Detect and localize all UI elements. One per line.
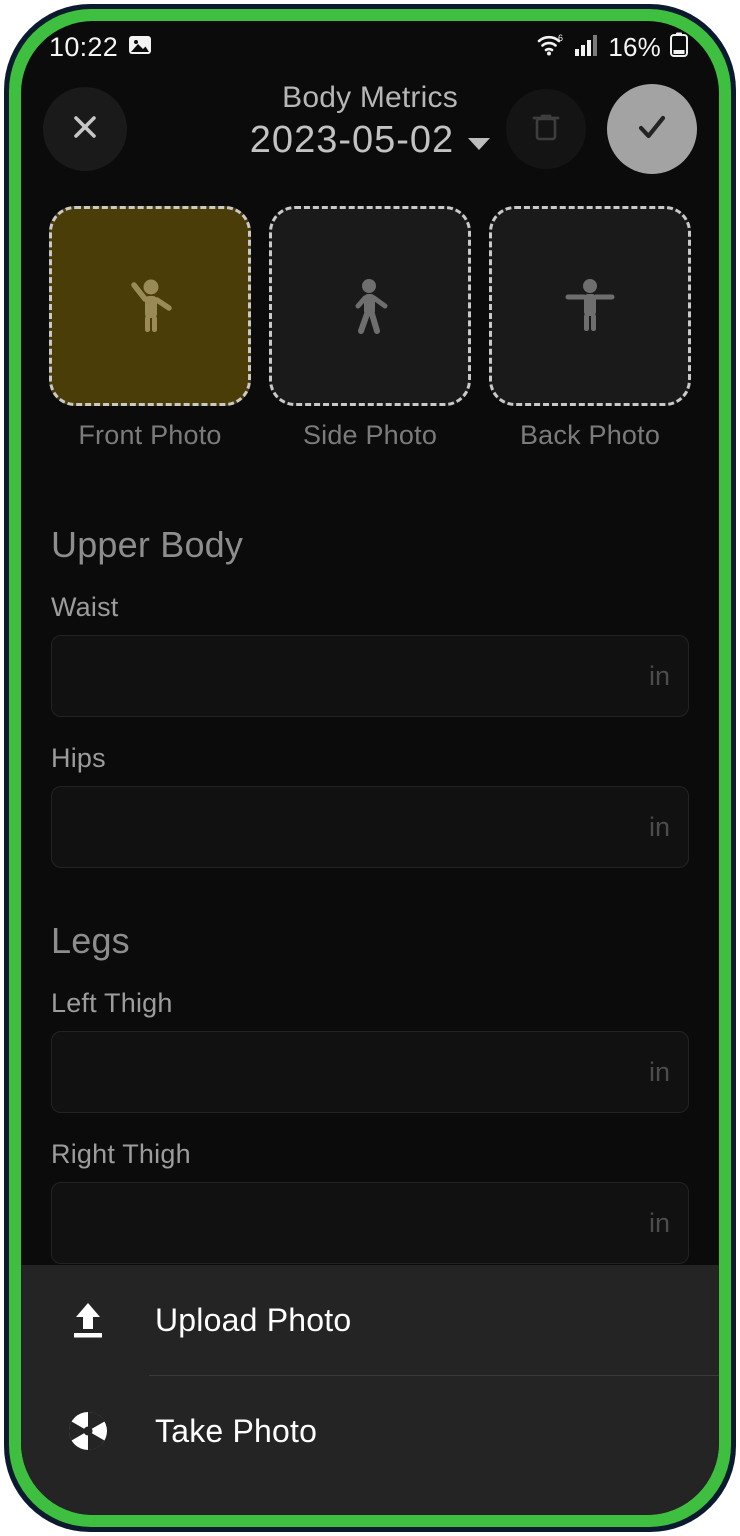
- take-photo-item[interactable]: Take Photo: [21, 1376, 719, 1486]
- take-photo-label: Take Photo: [155, 1412, 318, 1449]
- camera-shutter-icon: [59, 1408, 117, 1454]
- date-value: 2023-05-02: [249, 119, 455, 161]
- wifi-6-icon: 6: [536, 32, 566, 63]
- check-icon: [629, 104, 675, 155]
- side-photo-label: Side Photo: [302, 420, 438, 450]
- right-thigh-input[interactable]: in: [51, 1182, 689, 1264]
- battery-percent-label: 16%: [608, 31, 661, 62]
- image-icon: [128, 33, 152, 62]
- field-label-right-thigh: Right Thigh: [51, 1139, 191, 1169]
- close-icon: [65, 107, 105, 152]
- back-photo-dropzone[interactable]: [489, 206, 691, 406]
- phone-screen: 10:22 6 16% Body Metrics 2023-05-02 Fron…: [21, 21, 719, 1515]
- unit-label-right-thigh: in: [648, 1207, 670, 1238]
- upload-photo-label: Upload Photo: [155, 1301, 352, 1338]
- unit-label-left-thigh: in: [648, 1056, 670, 1087]
- status-bar: 10:22 6 16%: [21, 21, 719, 73]
- battery-low-icon: [669, 32, 689, 63]
- date-selector[interactable]: 2023-05-02: [249, 119, 491, 162]
- person-front-icon: [111, 265, 189, 348]
- field-label-left-thigh: Left Thigh: [51, 988, 173, 1018]
- field-label-hips: Hips: [51, 743, 106, 773]
- status-clock: 10:22: [49, 31, 119, 62]
- upload-icon: [59, 1298, 117, 1342]
- hips-input[interactable]: in: [51, 786, 689, 868]
- front-photo-dropzone[interactable]: [49, 206, 251, 406]
- status-bar-left: 10:22: [49, 32, 152, 63]
- section-title-legs: Legs: [51, 920, 130, 961]
- photo-slot-front: Front Photo: [49, 206, 251, 451]
- person-back-icon: [551, 265, 629, 348]
- status-bar-right: 6 16%: [536, 32, 689, 63]
- side-photo-dropzone[interactable]: [269, 206, 471, 406]
- svg-text:6: 6: [558, 33, 563, 43]
- person-side-icon: [331, 265, 409, 348]
- field-hips: Hips in: [51, 743, 689, 868]
- left-thigh-input[interactable]: in: [51, 1031, 689, 1113]
- unit-label-hips: in: [648, 811, 670, 842]
- section-title-upper-body: Upper Body: [51, 524, 244, 565]
- field-waist: Waist in: [51, 592, 689, 717]
- phone-frame: 10:22 6 16% Body Metrics 2023-05-02 Fron…: [4, 4, 736, 1532]
- photo-source-sheet: Upload Photo Take Photo: [21, 1265, 719, 1515]
- metrics-form: Upper Body Waist in Hips in Legs Left Th…: [21, 476, 719, 1290]
- save-button[interactable]: [607, 84, 697, 174]
- phone-bezel: 10:22 6 16% Body Metrics 2023-05-02 Fron…: [9, 9, 731, 1527]
- field-label-waist: Waist: [51, 592, 119, 622]
- photo-slot-back: Back Photo: [489, 206, 691, 451]
- waist-input[interactable]: in: [51, 635, 689, 717]
- unit-label-waist: in: [648, 660, 670, 691]
- field-left-thigh: Left Thigh in: [51, 988, 689, 1113]
- front-photo-label: Front Photo: [78, 420, 222, 450]
- close-button[interactable]: [43, 87, 127, 171]
- upload-photo-item[interactable]: Upload Photo: [21, 1265, 719, 1375]
- chevron-down-icon: [468, 137, 491, 150]
- delete-button[interactable]: [506, 89, 586, 169]
- back-photo-label: Back Photo: [519, 420, 661, 450]
- cellular-signal-icon: [574, 33, 600, 62]
- app-header: Body Metrics 2023-05-02: [21, 79, 719, 184]
- field-right-thigh: Right Thigh in: [51, 1139, 689, 1264]
- photo-slot-side: Side Photo: [269, 206, 471, 451]
- trash-icon: [527, 108, 565, 151]
- photo-slot-row: Front Photo Side Photo Back Photo: [49, 206, 691, 451]
